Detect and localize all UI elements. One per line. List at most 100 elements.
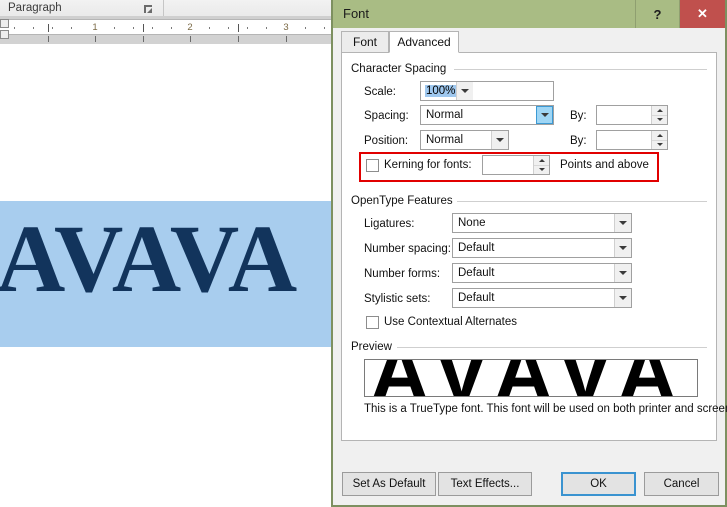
set-as-default-button[interactable]: Set As Default: [342, 472, 436, 496]
tab-advanced-label: Advanced: [397, 35, 451, 49]
stepper-up-icon[interactable]: [652, 106, 667, 115]
number-forms-label: Number forms:: [364, 268, 441, 280]
font-preview-box: AVAVA: [364, 359, 698, 397]
spacing-combo[interactable]: Normal: [420, 105, 554, 125]
contextual-alternates-checkbox[interactable]: [366, 316, 379, 329]
stylistic-sets-combo[interactable]: Default: [452, 288, 632, 308]
scale-label: Scale:: [364, 86, 396, 98]
document-body-text[interactable]: AVAVA: [0, 211, 298, 307]
tab-advanced[interactable]: Advanced: [389, 31, 459, 53]
chevron-down-icon[interactable]: [536, 106, 553, 124]
tab-stop-marker[interactable]: [190, 36, 191, 42]
font-preview-sample: AVAVA: [370, 360, 688, 396]
tab-stop-marker[interactable]: [48, 36, 49, 42]
document-page[interactable]: AVAVA: [0, 44, 331, 507]
stylistic-sets-label: Stylistic sets:: [364, 293, 431, 305]
position-combo[interactable]: Normal: [420, 130, 509, 150]
spacing-by-label: By:: [570, 110, 587, 122]
cancel-label: Cancel: [663, 478, 700, 490]
ruler-tick: [324, 27, 325, 29]
spacing-by-value[interactable]: [597, 106, 651, 124]
contextual-alternates-label: Use Contextual Alternates: [384, 316, 517, 328]
scale-combo[interactable]: 100%: [420, 81, 554, 101]
font-preview-note: This is a TrueType font. This font will …: [364, 403, 727, 415]
chevron-down-icon[interactable]: [614, 264, 631, 282]
ok-label: OK: [590, 478, 607, 490]
document-ruler[interactable]: 1 2 3: [0, 19, 340, 35]
stepper-down-icon[interactable]: [652, 114, 667, 125]
ruler-tick: [133, 27, 134, 29]
chevron-down-icon[interactable]: [491, 131, 508, 149]
ruler-tick: [152, 27, 153, 29]
kerning-suffix-label: Points and above: [560, 159, 649, 171]
dialog-launcher-icon[interactable]: [143, 4, 154, 15]
tab-stop-marker[interactable]: [95, 36, 96, 42]
ruler-tick: [14, 27, 15, 29]
spacing-value: Normal: [426, 109, 464, 121]
spacing-by-stepper[interactable]: [596, 105, 668, 125]
position-value: Normal: [426, 134, 464, 146]
stepper-down-icon[interactable]: [652, 139, 667, 150]
dialog-title: Font: [343, 6, 370, 21]
spacing-label: Spacing:: [364, 110, 409, 122]
advanced-tab-panel: Character Spacing Scale: 100% Spacing: N…: [341, 52, 727, 441]
position-by-value[interactable]: [597, 131, 651, 149]
tab-stop-marker[interactable]: [143, 36, 144, 42]
ruler-lower-strip: [0, 35, 340, 44]
kerning-checkbox[interactable]: [366, 159, 379, 172]
left-indent-marker[interactable]: [0, 30, 9, 39]
ruler-number: 1: [92, 22, 98, 33]
ruler-tick: [247, 27, 248, 29]
group-divider: [454, 69, 707, 70]
ruler-tick: [33, 27, 34, 29]
ribbon-group-label: Paragraph: [8, 2, 62, 14]
dialog-titlebar[interactable]: Font ? ✕: [333, 0, 725, 28]
tab-stop-marker[interactable]: [238, 36, 239, 42]
kerning-size-stepper[interactable]: [482, 155, 550, 175]
scale-value: 100%: [425, 85, 457, 97]
position-by-stepper[interactable]: [596, 130, 668, 150]
tab-stop-marker[interactable]: [286, 36, 287, 42]
ruler-tick: [52, 27, 53, 29]
chevron-down-icon[interactable]: [614, 289, 631, 307]
ruler-tick: [305, 27, 306, 29]
ruler-tick-major: [238, 24, 239, 32]
stylistic-sets-value: Default: [458, 292, 495, 304]
ruler-tick: [266, 27, 267, 29]
close-button[interactable]: ✕: [680, 0, 725, 28]
set-as-default-label: Set As Default: [352, 478, 426, 490]
stepper-down-icon[interactable]: [534, 164, 549, 175]
kerning-size-value[interactable]: [483, 156, 533, 174]
tab-font[interactable]: Font: [341, 31, 389, 53]
stepper-buttons[interactable]: [651, 106, 667, 124]
stepper-up-icon[interactable]: [534, 156, 549, 165]
number-spacing-combo[interactable]: Default: [452, 238, 632, 258]
ruler-tick-major: [143, 24, 144, 32]
ruler-tick: [114, 27, 115, 29]
chevron-down-icon[interactable]: [614, 214, 631, 232]
stepper-buttons[interactable]: [651, 131, 667, 149]
cancel-button[interactable]: Cancel: [644, 472, 719, 496]
number-forms-value: Default: [458, 267, 495, 279]
character-spacing-group-label: Character Spacing: [351, 63, 452, 75]
ruler-tick: [71, 27, 72, 29]
chevron-down-icon[interactable]: [614, 239, 631, 257]
help-button[interactable]: ?: [635, 0, 680, 28]
ligatures-combo[interactable]: None: [452, 213, 632, 233]
stepper-buttons[interactable]: [533, 156, 549, 174]
close-icon: ✕: [697, 6, 708, 21]
first-line-indent-marker[interactable]: [0, 19, 9, 28]
ligatures-label: Ligatures:: [364, 218, 415, 230]
ruler-tick: [171, 27, 172, 29]
chevron-down-icon[interactable]: [456, 82, 474, 100]
text-effects-label: Text Effects...: [450, 478, 520, 490]
ruler-number: 2: [187, 22, 193, 33]
ruler-tick-major: [48, 24, 49, 32]
number-forms-combo[interactable]: Default: [452, 263, 632, 283]
text-effects-button[interactable]: Text Effects...: [438, 472, 532, 496]
font-dialog: Font ? ✕ Font Advanced Character Spacing…: [331, 0, 727, 507]
position-by-label: By:: [570, 135, 587, 147]
ok-button[interactable]: OK: [561, 472, 636, 496]
stepper-up-icon[interactable]: [652, 131, 667, 140]
preview-group-label: Preview: [351, 341, 397, 353]
